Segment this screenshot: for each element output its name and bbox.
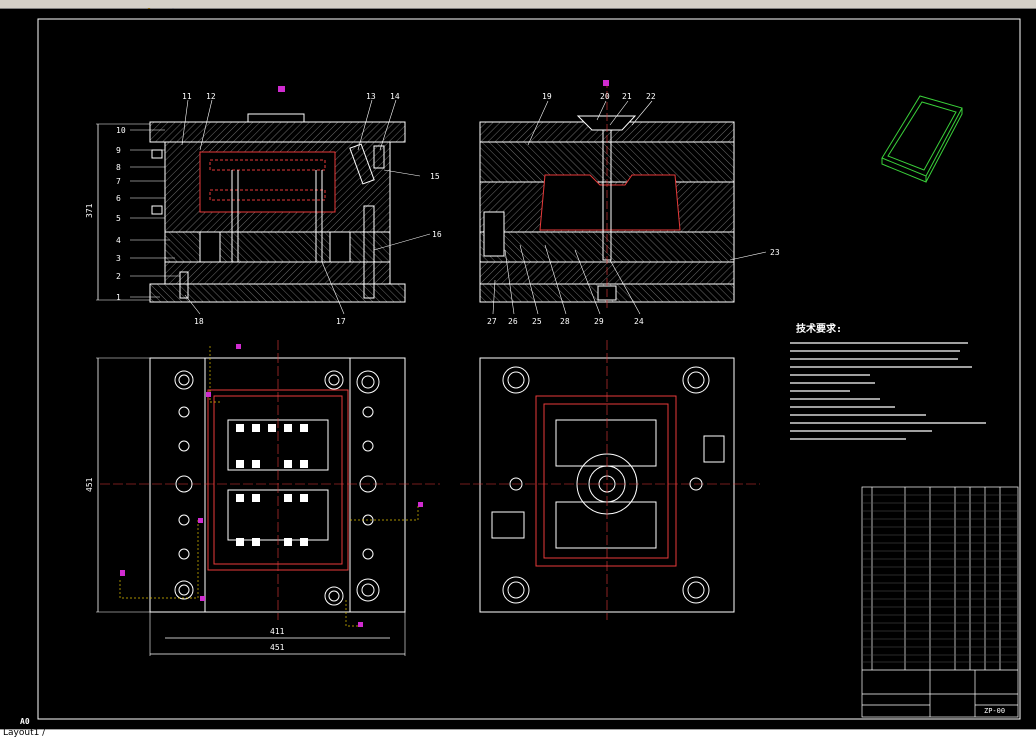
dim-plan-height-label: 451 bbox=[85, 477, 94, 492]
tech-requirements: 技术要求: bbox=[790, 322, 986, 440]
svg-text:2: 2 bbox=[116, 272, 121, 281]
svg-text:4: 4 bbox=[116, 236, 121, 245]
sheet-label: A0 bbox=[20, 717, 30, 726]
svg-text:28: 28 bbox=[560, 317, 570, 326]
svg-text:12: 12 bbox=[206, 92, 216, 101]
svg-text:18: 18 bbox=[194, 317, 204, 326]
svg-text:29: 29 bbox=[594, 317, 604, 326]
svg-text:26: 26 bbox=[508, 317, 518, 326]
svg-text:19: 19 bbox=[542, 92, 552, 101]
drawing-canvas[interactable]: 371 10 9 8 7 6 5 4 3 2 1 11 12 13 14 15 … bbox=[0, 9, 1036, 729]
front-section-view: 371 10 9 8 7 6 5 4 3 2 1 11 12 13 14 15 … bbox=[85, 86, 442, 326]
svg-text:10: 10 bbox=[116, 126, 126, 135]
svg-text:16: 16 bbox=[432, 230, 442, 239]
svg-text:5: 5 bbox=[116, 214, 121, 223]
svg-text:23: 23 bbox=[770, 248, 780, 257]
svg-text:6: 6 bbox=[116, 194, 121, 203]
svg-text:24: 24 bbox=[634, 317, 644, 326]
side-section-view: 19 20 21 22 23 24 27 26 25 28 29 bbox=[479, 80, 780, 326]
dim-height-label: 371 bbox=[85, 203, 94, 218]
svg-text:17: 17 bbox=[336, 317, 346, 326]
svg-text:15: 15 bbox=[430, 172, 440, 181]
plan-view-moving-half: 451 411 451 bbox=[85, 340, 440, 656]
dim-outer-width-label: 451 bbox=[270, 643, 285, 652]
svg-text:1: 1 bbox=[116, 293, 121, 302]
parts-list-rows bbox=[862, 494, 1018, 663]
tech-requirements-title: 技术要求: bbox=[796, 322, 842, 335]
dim-inner-width-label: 411 bbox=[270, 627, 285, 636]
part-isometric-view bbox=[881, 95, 963, 183]
svg-text:14: 14 bbox=[390, 92, 400, 101]
layout-tab[interactable]: Layout1 / bbox=[3, 728, 45, 738]
layers-icon[interactable] bbox=[168, 0, 178, 16]
plan-view-fixed-half bbox=[460, 340, 760, 620]
parts-list-table bbox=[861, 486, 1019, 718]
svg-text:13: 13 bbox=[366, 92, 376, 101]
svg-text:20: 20 bbox=[600, 92, 610, 101]
svg-text:7: 7 bbox=[116, 177, 121, 186]
svg-text:27: 27 bbox=[487, 317, 497, 326]
toolbar bbox=[0, 0, 1036, 16]
svg-text:21: 21 bbox=[622, 92, 632, 101]
svg-text:8: 8 bbox=[116, 163, 121, 172]
svg-text:22: 22 bbox=[646, 92, 656, 101]
svg-text:3: 3 bbox=[116, 254, 121, 263]
svg-text:25: 25 bbox=[532, 317, 542, 326]
title-block-code: ZP-00 bbox=[984, 707, 1005, 715]
svg-text:11: 11 bbox=[182, 92, 192, 101]
svg-text:9: 9 bbox=[116, 146, 121, 155]
pencil-icon[interactable] bbox=[142, 0, 152, 16]
